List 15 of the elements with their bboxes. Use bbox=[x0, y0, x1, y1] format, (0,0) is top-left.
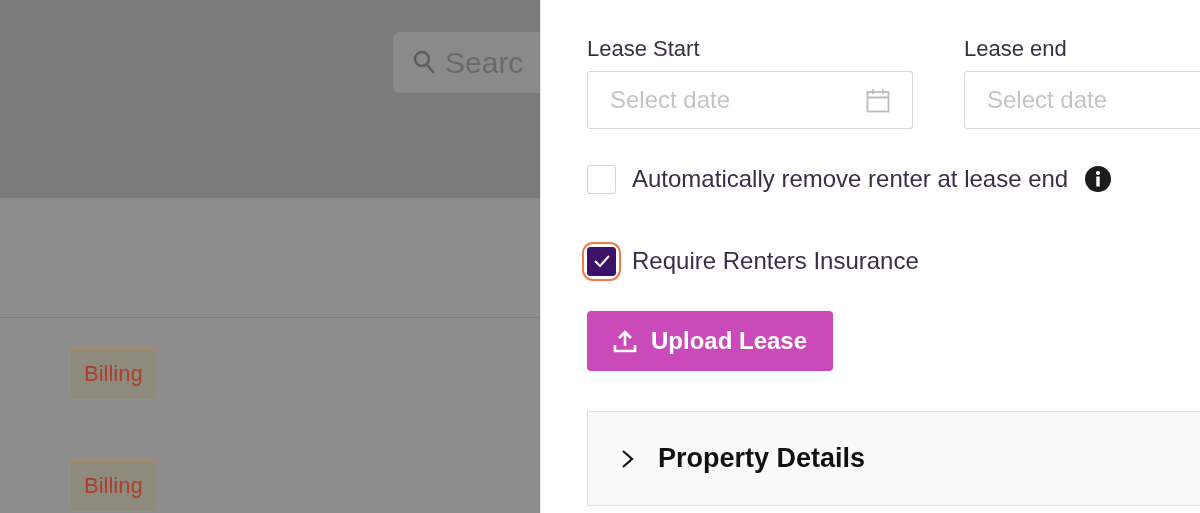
field-label: Lease Start bbox=[587, 35, 701, 63]
upload-button[interactable]: Upload Lease bbox=[587, 311, 834, 371]
info-icon[interactable] bbox=[1084, 165, 1113, 193]
accordion-header[interactable]: Property Details bbox=[587, 411, 1200, 506]
tag-label: Billing bbox=[69, 460, 158, 512]
checkmark-icon bbox=[592, 254, 611, 268]
field-label: Lease end bbox=[964, 35, 1068, 63]
tag-label: Billing bbox=[69, 348, 158, 400]
checkbox-label: Automatically remove renter at lease end bbox=[632, 164, 1069, 194]
search-icon bbox=[413, 49, 437, 76]
checkbox[interactable] bbox=[582, 241, 621, 281]
upload-icon bbox=[613, 329, 637, 353]
date-field[interactable]: Select date bbox=[587, 71, 913, 129]
checkbox-label: Require Renters Insurance bbox=[632, 246, 919, 276]
date-field[interactable]: Select date bbox=[964, 71, 1200, 129]
